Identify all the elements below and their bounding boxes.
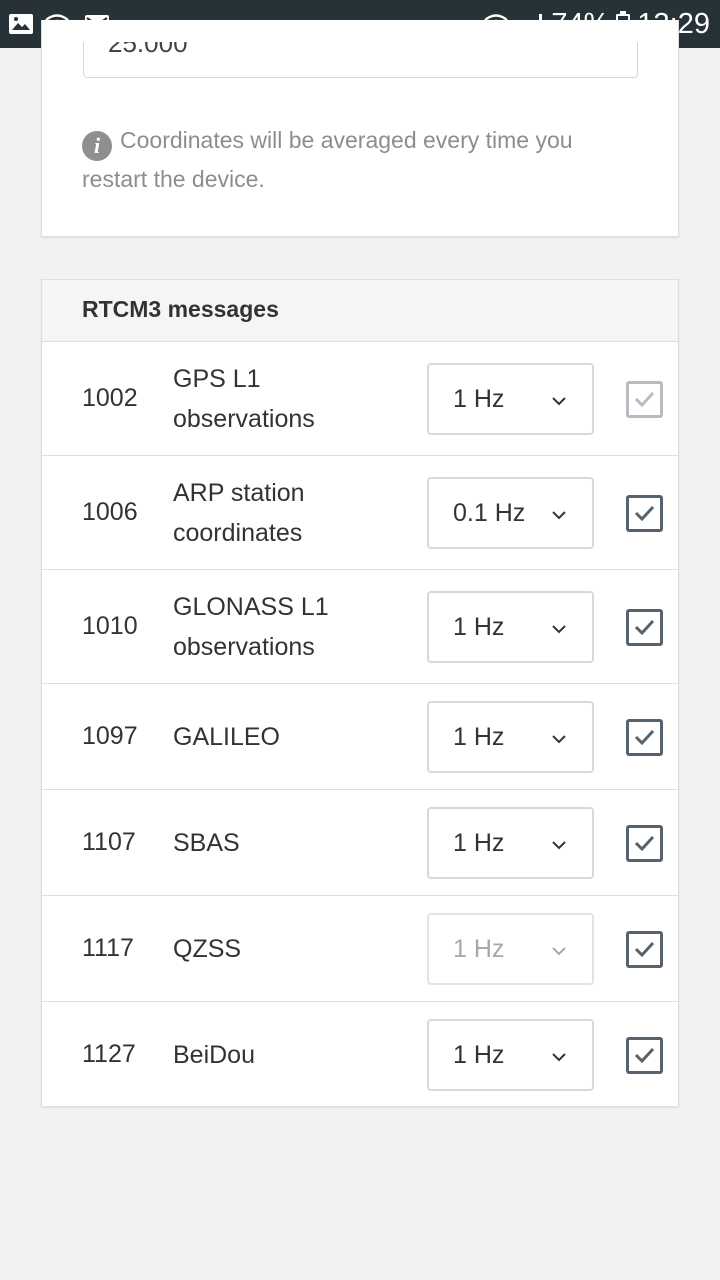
message-name: GPS L1 observations xyxy=(173,365,315,433)
rate-select[interactable]: 1 Hz xyxy=(427,591,594,663)
rtcm-row-1002: 1002 GPS L1 observations 1 Hz xyxy=(42,342,678,456)
rtcm-messages-card: RTCM3 messages 1002 GPS L1 observations 1 … xyxy=(41,279,679,1107)
averaging-note: i Coordinates will be averaged every time… xyxy=(82,122,622,197)
message-code: 1117 xyxy=(82,934,134,962)
message-name: GALILEO xyxy=(173,723,280,751)
check-icon xyxy=(634,941,655,958)
rate-select[interactable]: 1 Hz xyxy=(427,913,594,985)
rate-select-value: 1 Hz xyxy=(453,385,505,413)
message-name: ARP station coordinates xyxy=(173,479,305,547)
message-enabled-checkbox[interactable] xyxy=(626,381,663,418)
rtcm-row-1107: 1107 SBAS 1 Hz xyxy=(42,790,678,896)
message-code: 1097 xyxy=(82,722,138,750)
message-code: 1006 xyxy=(82,498,138,526)
chevron-down-icon xyxy=(552,1053,566,1062)
rtcm-row-1010: 1010 GLONASS L1 observations 1 Hz xyxy=(42,570,678,684)
message-name: BeiDou xyxy=(173,1041,255,1069)
message-enabled-checkbox[interactable] xyxy=(626,1037,663,1074)
info-icon: i xyxy=(82,131,112,161)
check-icon xyxy=(634,729,655,746)
rate-select-value: 1 Hz xyxy=(453,935,505,963)
rate-select-value: 1 Hz xyxy=(453,723,505,751)
rate-select-value: 1 Hz xyxy=(453,829,505,857)
message-code: 1010 xyxy=(82,612,138,640)
message-enabled-checkbox[interactable] xyxy=(626,719,663,756)
check-icon xyxy=(634,1047,655,1064)
rtcm-title: RTCM3 messages xyxy=(82,296,279,322)
check-icon xyxy=(634,391,655,408)
rtcm-row-1117: 1117 QZSS 1 Hz xyxy=(42,896,678,1002)
message-code: 1107 xyxy=(82,828,136,856)
check-icon xyxy=(634,835,655,852)
rtcm-header: RTCM3 messages xyxy=(42,280,678,342)
rate-select[interactable]: 1 Hz xyxy=(427,363,594,435)
message-name: QZSS xyxy=(173,935,242,963)
chevron-down-icon xyxy=(552,735,566,744)
rate-select-value: 0.1 Hz xyxy=(453,499,526,527)
rate-select[interactable]: 1 Hz xyxy=(427,807,594,879)
averaging-note-text: Coordinates will be averaged every time … xyxy=(82,127,573,192)
check-icon xyxy=(634,505,655,522)
message-enabled-checkbox[interactable] xyxy=(626,495,663,532)
rate-select-value: 1 Hz xyxy=(453,1041,505,1069)
message-name: GLONASS L1 observations xyxy=(173,593,329,661)
rate-select-value: 1 Hz xyxy=(453,613,505,641)
averaging-input[interactable]: 25.000 xyxy=(83,42,638,78)
message-enabled-checkbox[interactable] xyxy=(626,931,663,968)
message-name: SBAS xyxy=(173,829,240,857)
message-code: 1127 xyxy=(82,1040,136,1068)
rtcm-row-1097: 1097 GALILEO 1 Hz xyxy=(42,684,678,790)
check-icon xyxy=(634,619,655,636)
chevron-down-icon xyxy=(552,511,566,520)
image-icon xyxy=(8,13,34,35)
chevron-down-icon xyxy=(552,947,566,956)
rate-select[interactable]: 1 Hz xyxy=(427,701,594,773)
chevron-down-icon xyxy=(552,625,566,634)
message-enabled-checkbox[interactable] xyxy=(626,825,663,862)
rate-select[interactable]: 1 Hz xyxy=(427,1019,594,1091)
rtcm-row-1127: 1127 BeiDou 1 Hz xyxy=(42,1002,678,1108)
chevron-down-icon xyxy=(552,841,566,850)
rtcm-row-1006: 1006 ARP station coordinates 0.1 Hz xyxy=(42,456,678,570)
message-code: 1002 xyxy=(82,384,138,412)
message-enabled-checkbox[interactable] xyxy=(626,609,663,646)
position-card: 25.000 i Coordinates will be averaged eve… xyxy=(41,20,679,237)
chevron-down-icon xyxy=(552,397,566,406)
rate-select[interactable]: 0.1 Hz xyxy=(427,477,594,549)
